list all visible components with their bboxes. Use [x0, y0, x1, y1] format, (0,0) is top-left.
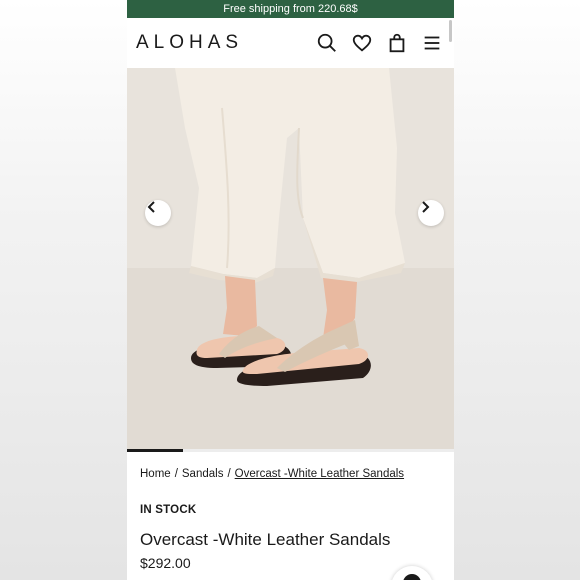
gallery-progress-fill: [127, 449, 183, 452]
search-icon[interactable]: [315, 31, 339, 55]
breadcrumb: Home / Sandals / Overcast -White Leather San…: [127, 468, 454, 480]
breadcrumb-separator: /: [174, 468, 178, 480]
heart-icon[interactable]: [350, 31, 374, 55]
gallery-progress: [127, 449, 454, 452]
breadcrumb-sandals[interactable]: Sandals: [182, 468, 224, 480]
product-title: Overcast -White Leather Sandals: [140, 530, 391, 549]
breadcrumb-current[interactable]: Overcast -White Leather Sandals: [235, 468, 404, 480]
menu-icon[interactable]: [420, 31, 444, 55]
scrollbar[interactable]: [449, 20, 452, 42]
product-photo: [127, 68, 454, 449]
background-right: [454, 0, 580, 580]
breadcrumb-separator: /: [227, 468, 231, 480]
shipping-banner: Free shipping from 220.68$: [127, 0, 454, 18]
product-image[interactable]: [127, 68, 454, 449]
chevron-left-icon: [147, 201, 155, 213]
chevron-right-icon: [422, 201, 430, 213]
mobile-page: Free shipping from 220.68$ ALOHAS Home /…: [127, 0, 454, 580]
header-icons: [315, 31, 444, 55]
bag-icon[interactable]: [385, 31, 409, 55]
site-header: ALOHAS: [127, 18, 454, 68]
brand-logo[interactable]: ALOHAS: [136, 32, 243, 54]
previous-image-button[interactable]: [145, 200, 171, 226]
stock-status: IN STOCK: [140, 504, 197, 516]
background-left: [0, 0, 127, 580]
chat-icon: [403, 574, 421, 580]
next-image-button[interactable]: [418, 200, 444, 226]
breadcrumb-home[interactable]: Home: [140, 468, 171, 480]
